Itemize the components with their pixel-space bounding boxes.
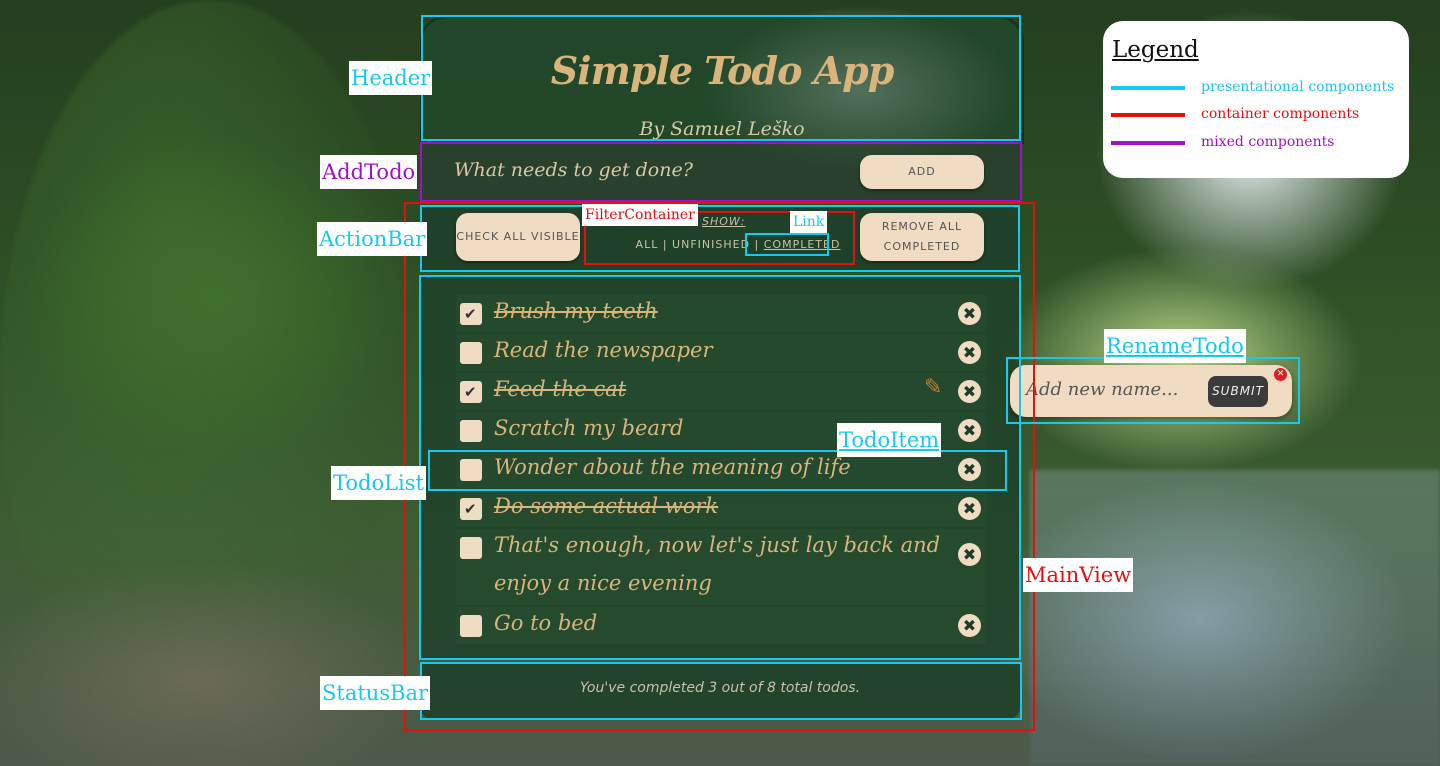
checkmark-icon: ✔	[464, 305, 477, 323]
show-label: SHOW:	[702, 215, 746, 228]
header: Simple Todo App By Samuel Leško	[420, 16, 1024, 144]
filter-unfinished-link[interactable]: UNFINISHED	[672, 238, 750, 251]
label-statusbar: StatusBar	[320, 676, 431, 710]
todo-checkbox[interactable]	[460, 459, 482, 481]
filter-completed-link[interactable]: COMPLETED	[764, 238, 841, 251]
delete-icon[interactable]: ✖	[958, 614, 981, 637]
todo-text[interactable]: Do some actual work	[494, 494, 718, 518]
legend-label-mixed: mixed components	[1201, 134, 1335, 150]
legend-line-container	[1111, 113, 1185, 117]
legend-label-container: container components	[1201, 106, 1360, 122]
filter-separator: |	[750, 238, 764, 251]
label-renametodo: RenameTodo	[1104, 329, 1246, 363]
todo-text[interactable]: Read the newspaper	[494, 338, 713, 362]
delete-icon[interactable]: ✖	[958, 302, 981, 325]
status-text: You've completed 3 out of 8 total todos.	[579, 680, 861, 696]
todo-text[interactable]: Scratch my beard	[494, 416, 683, 440]
label-header: Header	[349, 61, 433, 95]
todo-checkbox[interactable]	[460, 420, 482, 442]
background-water	[1030, 470, 1440, 766]
background-foliage	[0, 0, 420, 766]
delete-icon[interactable]: ✖	[958, 419, 981, 442]
delete-icon[interactable]: ✖	[958, 543, 981, 566]
label-filtercontainer: FilterContainer	[582, 204, 698, 226]
add-todo: What needs to get done? ADD	[420, 143, 1020, 201]
close-icon[interactable]: ✕	[1274, 368, 1287, 381]
todo-item: ✔ Brush my teeth ✖	[456, 295, 986, 332]
todo-text[interactable]: Brush my teeth	[494, 299, 658, 323]
todo-text[interactable]: Feed the cat	[494, 377, 626, 401]
app-subtitle: By Samuel Leško	[639, 118, 805, 140]
rename-input[interactable]: Add new name...	[1026, 379, 1178, 400]
app-title: Simple Todo App	[550, 48, 895, 93]
check-all-visible-button[interactable]: CHECK ALL VISIBLE	[456, 213, 580, 261]
legend: Legend presentational components contain…	[1103, 21, 1409, 178]
todo-text-continued[interactable]: enjoy a nice evening	[494, 571, 712, 595]
todo-item: ✔ Feed the cat ✎ ✖	[456, 373, 986, 410]
legend-line-mixed	[1111, 141, 1185, 145]
add-todo-input[interactable]: What needs to get done?	[454, 159, 693, 181]
label-link: Link	[790, 211, 828, 233]
todo-checkbox[interactable]	[460, 615, 482, 637]
pencil-edit-icon[interactable]: ✎	[924, 375, 942, 400]
action-bar: CHECK ALL VISIBLE SHOW: ALL | UNFINISHED…	[420, 205, 1020, 270]
todo-item: ✔ Do some actual work ✖	[456, 490, 986, 527]
remove-all-completed-button[interactable]: REMOVE ALL COMPLETED	[860, 213, 984, 261]
delete-icon[interactable]: ✖	[958, 341, 981, 364]
submit-button[interactable]: SUBMIT	[1208, 376, 1268, 407]
todo-text[interactable]: Go to bed	[494, 611, 597, 635]
legend-line-presentational	[1111, 86, 1185, 90]
todo-text[interactable]: Wonder about the meaning of life	[494, 455, 851, 479]
todo-checkbox[interactable]: ✔	[460, 381, 482, 403]
status-bar: You've completed 3 out of 8 total todos.	[420, 663, 1020, 719]
filter-separator: |	[658, 238, 673, 251]
todo-checkbox[interactable]: ✔	[460, 303, 482, 325]
add-button[interactable]: ADD	[860, 155, 984, 189]
todo-checkbox[interactable]	[460, 342, 482, 364]
todo-list: ✔ Brush my teeth ✖ Read the newspaper ✖ …	[420, 275, 1020, 659]
rename-todo: Add new name... SUBMIT ✕	[1010, 365, 1292, 417]
todo-item: Go to bed ✖	[456, 607, 986, 644]
filter-all-link[interactable]: ALL	[636, 238, 659, 251]
label-addtodo: AddTodo	[320, 155, 418, 189]
todo-item: Read the newspaper ✖	[456, 334, 986, 371]
delete-icon[interactable]: ✖	[958, 458, 981, 481]
label-todoitem: TodoItem	[837, 423, 942, 457]
todo-text[interactable]: That's enough, now let's just lay back a…	[494, 533, 940, 557]
label-todolist: TodoList	[331, 466, 426, 500]
label-actionbar: ActionBar	[317, 222, 428, 256]
filter-links: ALL | UNFINISHED | COMPLETED	[620, 238, 856, 251]
legend-label-presentational: presentational components	[1201, 79, 1395, 95]
delete-icon[interactable]: ✖	[958, 380, 981, 403]
todo-checkbox[interactable]: ✔	[460, 498, 482, 520]
legend-title: Legend	[1112, 37, 1199, 63]
checkmark-icon: ✔	[464, 500, 477, 518]
label-mainview: MainView	[1023, 558, 1134, 592]
checkmark-icon: ✔	[464, 383, 477, 401]
todo-item: That's enough, now let's just lay back a…	[456, 529, 986, 605]
delete-icon[interactable]: ✖	[958, 497, 981, 520]
todo-checkbox[interactable]	[460, 537, 482, 559]
